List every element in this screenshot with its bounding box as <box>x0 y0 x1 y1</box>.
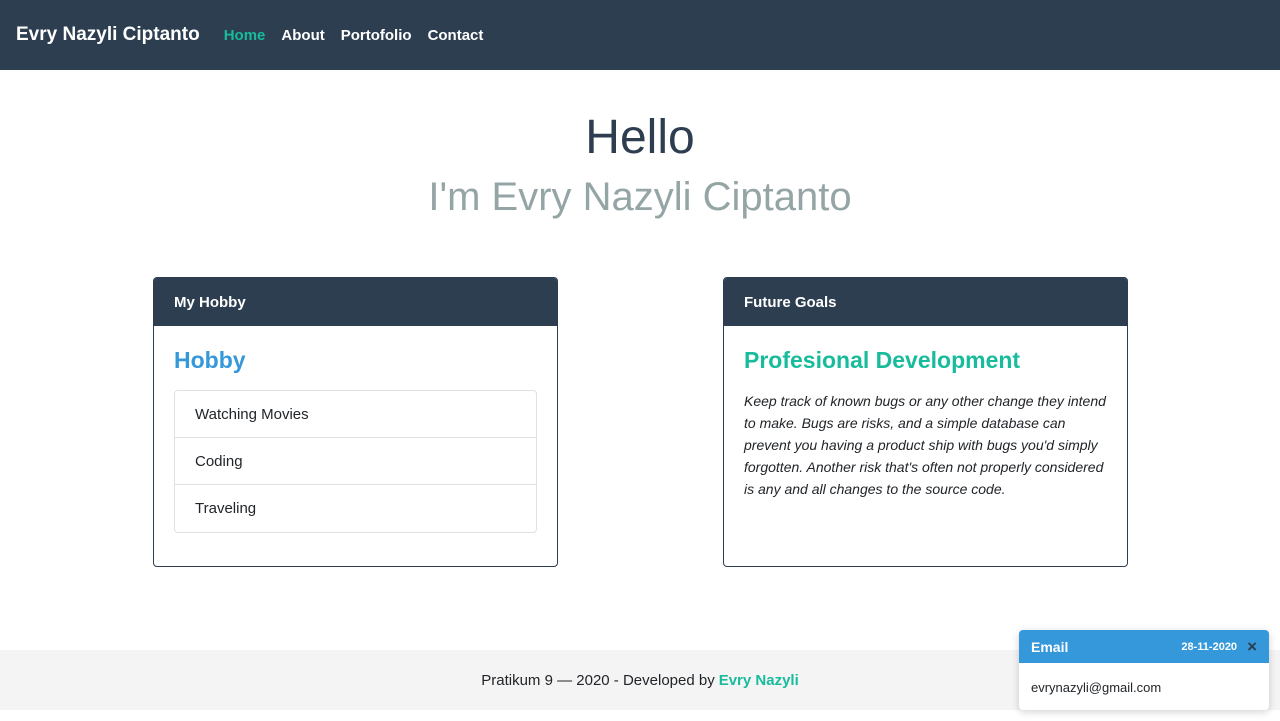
toast-date: 28-11-2020 <box>1181 640 1238 653</box>
email-toast: Email 28-11-2020 × evrynazyli@gmail.com <box>1019 630 1269 710</box>
goals-card-header: Future Goals <box>724 278 1127 326</box>
hobby-list-item: Coding <box>175 438 536 485</box>
hobby-card: My Hobby Hobby Watching Movies Coding Tr… <box>153 277 558 567</box>
hero-subtitle: I'm Evry Nazyli Ciptanto <box>428 175 852 219</box>
hobby-card-title: Hobby <box>174 347 246 373</box>
goals-card-body: Profesional Development Keep track of kn… <box>724 326 1127 520</box>
nav-link-contact[interactable]: Contact <box>428 27 484 44</box>
hobby-card-header: My Hobby <box>154 278 557 326</box>
navbar-brand[interactable]: Evry Nazyli Ciptanto <box>16 24 200 46</box>
hobby-list-item: Traveling <box>195 500 257 517</box>
toast-title: Email <box>1031 638 1069 655</box>
navbar: Evry Nazyli Ciptanto Home About Portofol… <box>0 0 1280 70</box>
hobby-list-item: Watching Movies <box>175 391 536 438</box>
close-icon[interactable]: × <box>1247 638 1257 655</box>
nav-link-portofolio[interactable]: Portofolio <box>341 27 412 44</box>
goals-card: Future Goals Profesional Development Kee… <box>723 277 1128 567</box>
nav-link-home[interactable]: Home <box>224 27 266 44</box>
goals-card-text: Keep track of known bugs or any other ch… <box>744 393 1106 497</box>
toast-header: Email 28-11-2020 × <box>1019 630 1269 663</box>
toast-body: evrynazyli@gmail.com <box>1031 680 1162 695</box>
hero-title: Hello <box>585 111 695 164</box>
footer-author-link[interactable]: Evry Nazyli <box>719 672 799 689</box>
goals-card-title: Profesional Development <box>744 347 1021 373</box>
hobby-card-body: Hobby Watching Movies Coding Traveling <box>154 326 557 553</box>
footer-text: Pratikum 9 — 2020 - Developed by <box>481 671 715 689</box>
nav-link-about[interactable]: About <box>281 27 324 44</box>
hobby-list: Watching Movies Coding Traveling <box>174 390 537 533</box>
